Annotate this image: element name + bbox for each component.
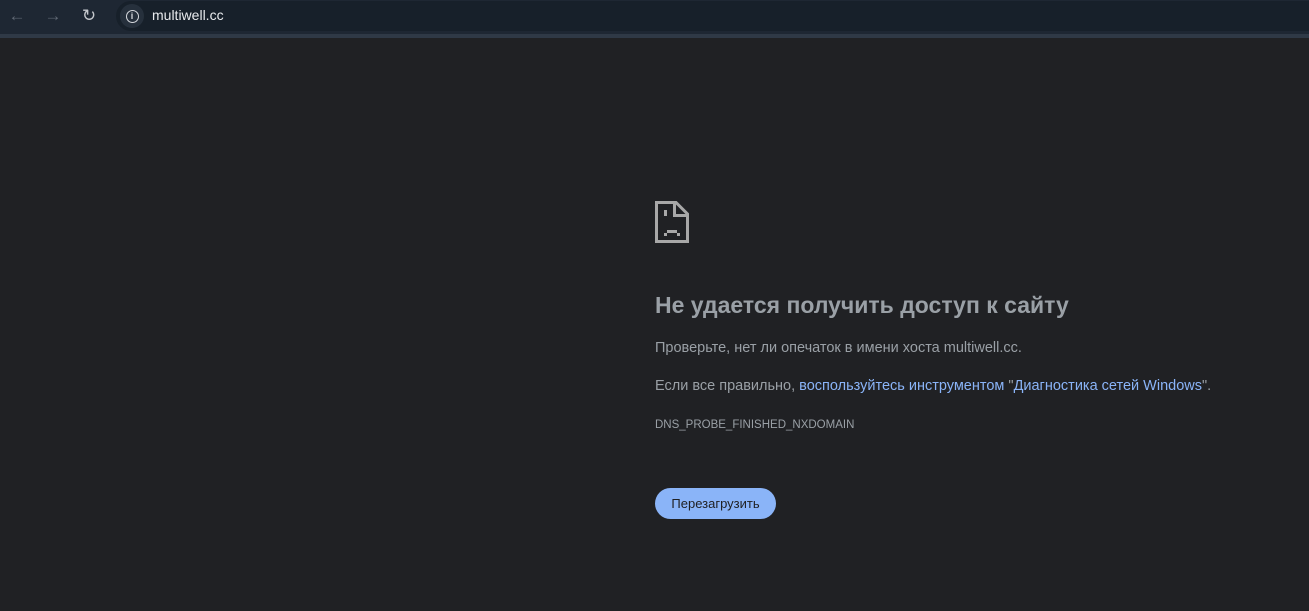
suggestion-mid: " xyxy=(1004,378,1014,394)
reload-icon[interactable]: ↻ xyxy=(78,6,100,26)
error-code: DNS_PROBE_FINISHED_NXDOMAIN xyxy=(655,419,855,431)
reload-button[interactable]: Перезагрузить xyxy=(655,488,776,519)
suggestion-suffix: ". xyxy=(1202,378,1212,394)
site-info-icon[interactable]: i xyxy=(120,4,144,28)
back-button[interactable]: ← xyxy=(6,6,28,26)
forward-button[interactable]: → xyxy=(42,6,64,26)
toolbar-divider xyxy=(0,34,1309,38)
sad-page-icon xyxy=(655,201,689,243)
browser-toolbar: ← → ↻ i multiwell.cc xyxy=(0,0,1309,34)
url-text[interactable]: multiwell.cc xyxy=(152,7,224,23)
address-bar[interactable] xyxy=(116,1,1309,31)
error-title: Не удается получить доступ к сайту xyxy=(655,292,1069,318)
error-suggestion: Если все правильно, воспользуйтесь инстр… xyxy=(655,378,1211,394)
windows-network-diagnostics-link[interactable]: Диагностика сетей Windows xyxy=(1014,378,1202,394)
diagnostics-link[interactable]: воспользуйтесь инструментом xyxy=(799,378,1004,394)
suggestion-prefix: Если все правильно, xyxy=(655,378,800,394)
error-hint: Проверьте, нет ли опечаток в имени хоста… xyxy=(655,340,1022,356)
